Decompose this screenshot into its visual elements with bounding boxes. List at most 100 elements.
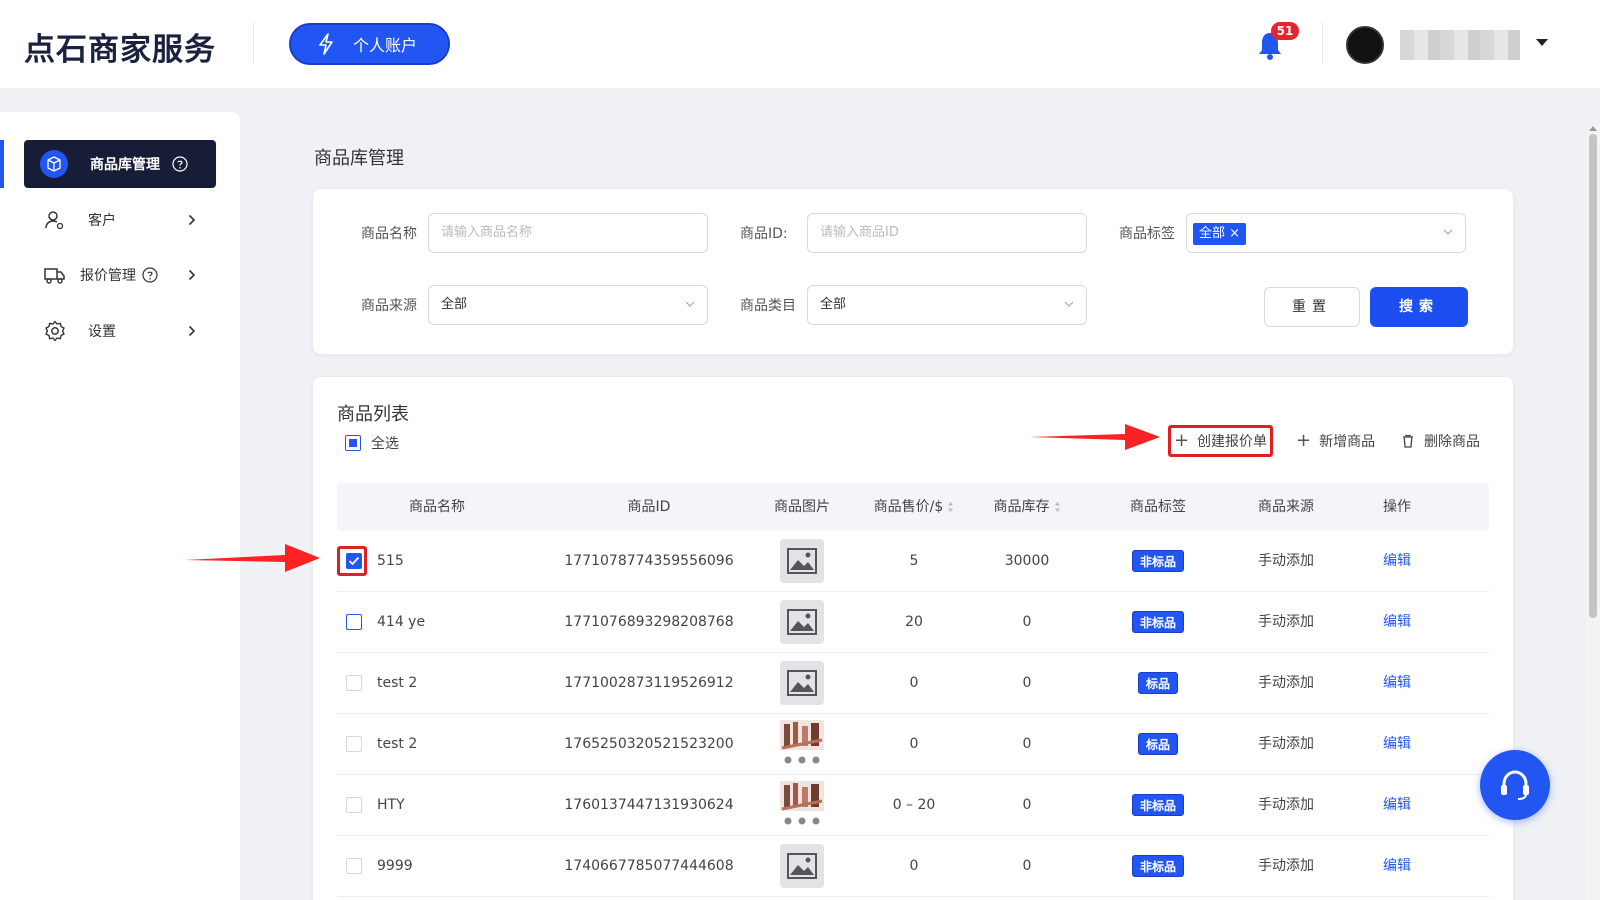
sidebar-item-label: 报价管理 [80, 268, 136, 284]
page-scrollbar[interactable] [1586, 126, 1600, 900]
customer-support-button[interactable] [1480, 750, 1550, 820]
column-header-image: 商品图片 [774, 499, 830, 515]
product-price: 20 [905, 614, 923, 630]
product-name: test 2 [377, 675, 418, 691]
column-header-price-label: 商品售价/$ [873, 499, 944, 515]
edit-link[interactable]: 编辑 [1357, 836, 1437, 896]
scrollbar-thumb[interactable] [1589, 134, 1597, 618]
product-tag-cell: 非标品 [1103, 775, 1213, 835]
select-all-label: 全选 [371, 436, 399, 452]
product-source: 手动添加 [1258, 797, 1314, 813]
product-source-value: 全部 [441, 297, 468, 312]
table-row: 414 ye 1771076893298208768 20 0 非标品 手动添加… [337, 592, 1489, 653]
user-menu-caret-icon[interactable] [1536, 39, 1548, 46]
help-icon[interactable] [142, 267, 158, 283]
edit-link[interactable]: 编辑 [1357, 653, 1437, 713]
personal-account-button[interactable]: 个人账户 [289, 23, 450, 65]
reset-button[interactable]: 重置 [1264, 287, 1360, 327]
row-checkbox[interactable] [346, 797, 362, 813]
search-button[interactable]: 搜索 [1370, 287, 1468, 327]
product-stock: 0 [1022, 675, 1032, 691]
table-row: test 2 1771002873119526912 0 0 标品 手动添加 编… [337, 653, 1489, 714]
gear-icon [44, 320, 66, 342]
product-tag-cell: 标品 [1103, 653, 1213, 713]
sidebar-item-settings[interactable]: 设置 [24, 307, 216, 355]
column-header-price[interactable]: 商品售价/$ [859, 483, 969, 531]
product-photo[interactable] [780, 720, 824, 766]
row-checkbox[interactable] [346, 675, 362, 691]
product-tag-cell: 标品 [1103, 714, 1213, 774]
product-id: 1765250320521523200 [564, 736, 734, 752]
image-placeholder-icon[interactable] [780, 600, 824, 644]
product-tag-badge: 非标品 [1131, 794, 1184, 816]
tag-chip-all[interactable]: 全部 × [1193, 223, 1247, 245]
chevron-down-icon [685, 301, 695, 307]
image-placeholder-icon[interactable] [780, 661, 824, 705]
sidebar-item-customers[interactable]: 客户 [24, 196, 216, 244]
product-photo[interactable] [780, 781, 824, 827]
product-id: 1760137447131930624 [564, 797, 734, 813]
product-category-label: 商品类目 [740, 298, 796, 314]
sort-icon[interactable] [1054, 501, 1061, 513]
product-stock: 0 [1022, 736, 1032, 752]
sidebar-item-quotes[interactable]: 报价管理 [24, 251, 216, 299]
delete-product-button[interactable]: 删除商品 [1401, 431, 1480, 451]
select-all[interactable]: 全选 [345, 433, 399, 453]
row-checkbox[interactable] [346, 614, 362, 630]
product-source-select[interactable]: 全部 [428, 285, 708, 325]
product-id: 1771078774359556096 [564, 553, 734, 569]
close-icon[interactable]: × [1229, 226, 1240, 241]
product-tag-select[interactable]: 全部 × [1186, 213, 1466, 253]
scroll-up-icon[interactable] [1589, 126, 1597, 131]
product-tag-badge: 非标品 [1131, 855, 1184, 877]
edit-link[interactable]: 编辑 [1357, 592, 1437, 652]
row-checkbox[interactable] [346, 736, 362, 752]
sidebar-item-product-library[interactable]: 商品库管理 [24, 140, 216, 188]
product-stock: 0 [1022, 797, 1032, 813]
product-tag-badge: 标品 [1137, 672, 1178, 694]
column-header-tag: 商品标签 [1130, 499, 1186, 515]
edit-link[interactable]: 编辑 [1357, 714, 1437, 774]
lightning-icon [319, 33, 333, 55]
product-name: 515 [377, 553, 404, 569]
product-price: 5 [909, 553, 919, 569]
sidebar: 商品库管理 客户 报价管理 设置 [0, 112, 240, 900]
product-tag-label: 商品标签 [1119, 226, 1175, 242]
product-source: 手动添加 [1258, 553, 1314, 569]
product-id: 1771002873119526912 [564, 675, 734, 691]
image-placeholder-icon[interactable] [780, 539, 824, 583]
column-header-source: 商品来源 [1258, 499, 1314, 515]
username-blurred[interactable] [1400, 30, 1520, 60]
chevron-down-icon [1443, 229, 1453, 235]
product-name-input[interactable]: 请输入商品名称 [428, 213, 708, 253]
column-header-stock-label: 商品库存 [993, 499, 1050, 515]
user-avatar[interactable] [1346, 26, 1384, 64]
filter-panel: 商品名称 请输入商品名称 商品ID: 请输入商品ID 商品标签 全部 × 商品来… [313, 189, 1513, 354]
product-tag-cell: 非标品 [1103, 531, 1213, 591]
add-product-button[interactable]: + 新增商品 [1296, 431, 1375, 451]
row-checkbox[interactable] [346, 858, 362, 874]
column-header-stock[interactable]: 商品库存 [977, 483, 1077, 531]
product-id-input[interactable]: 请输入商品ID [807, 213, 1087, 253]
chevron-right-icon [188, 214, 196, 226]
edit-link[interactable]: 编辑 [1357, 775, 1437, 835]
annotation-arrow-icon [1030, 424, 1160, 450]
product-price: 0 – 20 [892, 797, 936, 813]
plus-icon: + [1173, 430, 1190, 451]
product-name: test 2 [377, 736, 418, 752]
headset-icon [1501, 770, 1529, 800]
image-placeholder-icon[interactable] [780, 844, 824, 888]
row-checkbox[interactable] [346, 553, 362, 569]
select-all-checkbox[interactable] [345, 435, 361, 451]
create-quote-button[interactable]: + 创建报价单 [1168, 425, 1273, 457]
notification-badge: 51 [1271, 22, 1299, 40]
product-name-label: 商品名称 [361, 226, 417, 242]
chevron-down-icon [1064, 301, 1074, 307]
product-category-select[interactable]: 全部 [807, 285, 1087, 325]
help-icon[interactable] [172, 156, 188, 172]
product-tag-badge: 非标品 [1131, 550, 1184, 572]
sort-icon[interactable] [947, 501, 954, 513]
create-quote-label: 创建报价单 [1197, 434, 1268, 450]
column-header-name: 商品名称 [409, 499, 465, 515]
edit-link[interactable]: 编辑 [1357, 531, 1437, 591]
